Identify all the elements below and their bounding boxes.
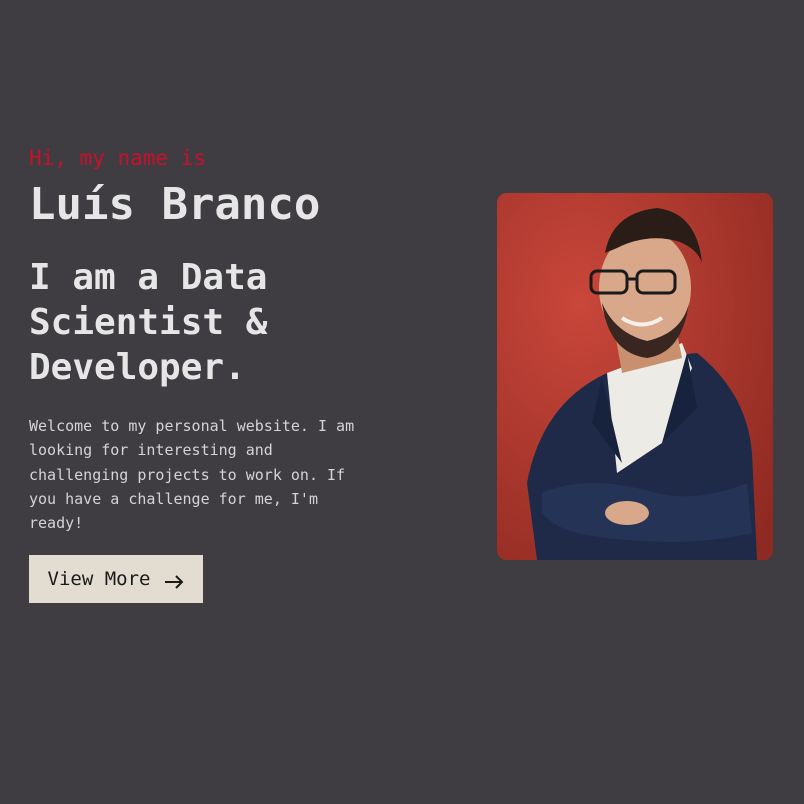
profile-photo	[497, 193, 773, 560]
view-more-label: View More	[47, 568, 151, 590]
greeting-text: Hi, my name is	[29, 146, 207, 170]
hero-intro: Welcome to my personal website. I am loo…	[29, 417, 355, 533]
arrow-right-icon	[164, 572, 184, 589]
hero-section: Hi, my name is Luís Branco I am a Data S…	[29, 143, 389, 535]
hero-role: I am a Data Scientist & Developer.	[29, 257, 268, 388]
hero-name: Luís Branco	[29, 179, 321, 230]
view-more-button[interactable]: View More	[29, 555, 203, 603]
